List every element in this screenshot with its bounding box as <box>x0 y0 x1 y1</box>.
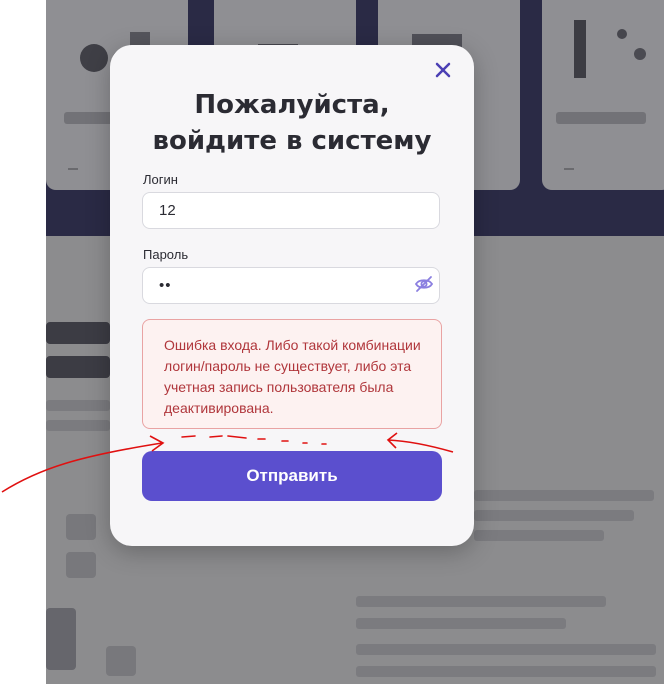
side-text-3 <box>474 530 604 541</box>
password-input[interactable]: •• <box>142 267 440 304</box>
card-1-arrow <box>68 168 78 170</box>
toggle-password-visibility[interactable] <box>414 274 434 294</box>
lower-text-4 <box>356 666 656 677</box>
title-line-2: войдите в систему <box>152 126 432 156</box>
password-label: Пароль <box>143 247 189 262</box>
bg-icon <box>66 514 96 540</box>
section-text <box>46 400 110 411</box>
lower-text-2 <box>356 618 566 629</box>
submit-button[interactable]: Отправить <box>142 451 442 501</box>
page-title: Пожалуйста, войдите в систему <box>110 87 474 159</box>
login-modal: Пожалуйста, войдите в систему Логин Паро… <box>110 45 474 546</box>
side-text-2 <box>474 510 634 521</box>
lower-text <box>356 596 606 607</box>
close-icon <box>435 62 451 78</box>
password-value: •• <box>159 277 172 294</box>
login-label: Логин <box>143 172 178 187</box>
section-text-2 <box>46 420 110 431</box>
section-heading <box>46 322 110 344</box>
title-line-1: Пожалуйста, <box>194 90 390 120</box>
card-4-arrow <box>564 168 574 170</box>
card-4-image <box>574 20 646 78</box>
card-4-caption <box>556 112 646 124</box>
bg-icon-4 <box>106 646 136 676</box>
error-message: Ошибка входа. Либо такой комбинации логи… <box>142 319 442 429</box>
bg-icon-2 <box>66 552 96 578</box>
side-text <box>474 490 654 501</box>
login-input[interactable] <box>142 192 440 229</box>
section-heading-line-2 <box>46 356 110 378</box>
eye-off-icon <box>414 276 434 292</box>
close-button[interactable] <box>432 59 454 81</box>
bg-icon-3 <box>46 608 76 670</box>
lower-text-3 <box>356 644 656 655</box>
category-card-4[interactable] <box>542 0 664 190</box>
